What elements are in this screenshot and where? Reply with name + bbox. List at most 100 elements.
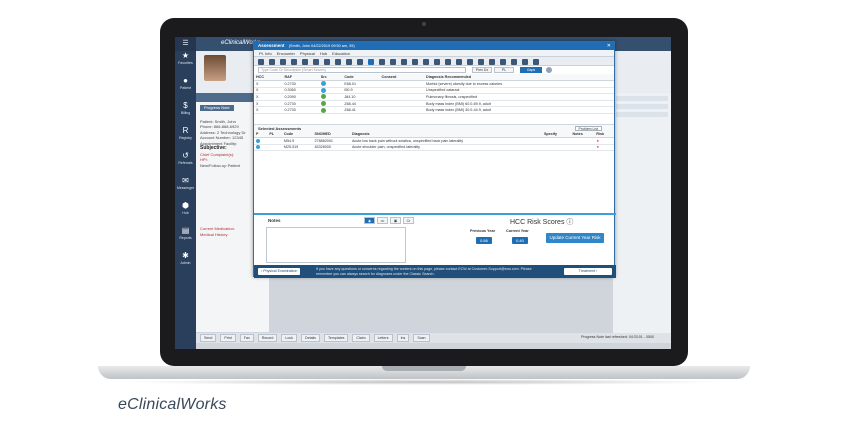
- menu-ptinfo[interactable]: Pt. Info: [259, 51, 272, 56]
- source-green-icon: [320, 107, 326, 113]
- sidebar-item-billing[interactable]: $ Billing: [175, 101, 196, 126]
- code-cell: Z68.41: [342, 106, 380, 114]
- toolbar-icon[interactable]: [280, 58, 286, 65]
- sidebar-item-hub[interactable]: ⬢ Hub: [175, 201, 196, 226]
- table-row[interactable]: X 0.2730 E66.01 Morbid (severe) obesity due…: [254, 80, 614, 88]
- footer-button-ins[interactable]: Ins: [396, 334, 410, 342]
- toolbar-icon[interactable]: [379, 58, 385, 65]
- toolbar-icon[interactable]: [412, 58, 418, 65]
- gaps-button[interactable]: Gaps: [520, 67, 542, 73]
- close-icon[interactable]: ✕: [607, 42, 611, 50]
- star-icon[interactable]: ★: [596, 145, 599, 149]
- search-input[interactable]: Type Code Or Description [Smart Search]: [258, 67, 466, 73]
- toolbar-icon[interactable]: [500, 58, 506, 65]
- menu-hub[interactable]: Hub: [320, 51, 327, 56]
- primary-checkbox[interactable]: [254, 137, 268, 145]
- footer-button-claim[interactable]: Claim: [352, 334, 370, 342]
- toolbar-icon[interactable]: [313, 58, 319, 65]
- table-row[interactable]: M25.519 45326000 Acute shoulder pain, unsp…: [254, 144, 614, 152]
- menu-icon[interactable]: ☰: [175, 37, 196, 51]
- consent-cell: [379, 93, 425, 101]
- diagnosis-cell: Morbid (severe) obesity due to excess ca…: [424, 80, 614, 88]
- sidebar-item-messenger[interactable]: ✉ Messenger: [175, 176, 196, 201]
- primary-checkbox[interactable]: [254, 144, 268, 152]
- src-cell: [318, 87, 343, 95]
- footer-button-lock[interactable]: Lock: [281, 334, 297, 342]
- pl-checkbox[interactable]: [267, 144, 282, 152]
- menu-encounter[interactable]: Encounter: [277, 51, 295, 56]
- sidebar-item-registry[interactable]: R Registry: [175, 126, 196, 151]
- diagnosis-cell: Body mass index (BMI) 40.0-44.9, adult: [424, 106, 614, 114]
- toolbar-icon[interactable]: [346, 58, 352, 65]
- pl-button[interactable]: PL: [494, 67, 514, 73]
- toolbar-icon[interactable]: [357, 58, 363, 65]
- star-icon: ★: [181, 51, 190, 60]
- toolbar-icon[interactable]: [335, 58, 341, 65]
- sidebar-item-reports[interactable]: ▤ Reports: [175, 226, 196, 251]
- toolbar-icon[interactable]: [456, 58, 462, 65]
- toolbar-icon[interactable]: [467, 58, 473, 65]
- checkbox-icon[interactable]: [256, 145, 260, 150]
- toolbar-icon[interactable]: [522, 58, 528, 65]
- assessment-modal: Assessment (Smith, John 04/22/2019 09:50…: [253, 41, 616, 278]
- notes-label: Notes: [268, 218, 281, 223]
- toolbar-icon[interactable]: [269, 58, 275, 65]
- toolbar-icon[interactable]: [511, 58, 517, 65]
- physical-exam-button[interactable]: ‹ Physical Examination: [258, 268, 301, 275]
- toolbar-icon[interactable]: [324, 58, 330, 65]
- toolbar-icon[interactable]: [423, 58, 429, 65]
- sidebar-item-patient[interactable]: ● Patient: [175, 76, 196, 101]
- laptop-shadow: [120, 379, 728, 385]
- avatar: [204, 55, 226, 81]
- footer-button-print[interactable]: Print: [220, 334, 236, 342]
- update-risk-button[interactable]: Update Current Year Risk: [546, 233, 604, 243]
- footer-button-fax[interactable]: Fax: [239, 334, 254, 342]
- problem-list-button[interactable]: Problem List: [574, 125, 602, 131]
- table-row[interactable]: X 0.2730 Z68.44 Body mass index (BMI) 60.0-…: [254, 100, 614, 108]
- table-row[interactable]: X 0.2730 Z68.41 Body mass index (BMI) 40.0-…: [254, 106, 614, 114]
- sidebar-item-admin[interactable]: ✱ Admin: [175, 251, 196, 276]
- pl-checkbox[interactable]: [267, 137, 282, 145]
- notes-textarea[interactable]: [266, 227, 406, 263]
- footer-button-templates[interactable]: Templates: [323, 334, 349, 342]
- footer-button-record[interactable]: Record: [257, 334, 278, 342]
- toolbar-icon[interactable]: [302, 58, 308, 65]
- table-row[interactable]: X 0.2090 J84.10 Pulmonary fibrosis, unspeci…: [254, 93, 614, 101]
- footer-button-details[interactable]: Details: [300, 334, 320, 342]
- star-icon[interactable]: ★: [596, 139, 599, 143]
- toolbar-icon[interactable]: [401, 58, 407, 65]
- right-pane: [613, 93, 671, 333]
- camera-dot: [422, 22, 426, 26]
- toolbar-icon[interactable]: [478, 58, 484, 65]
- tab-progress-note[interactable]: Progress Note: [200, 105, 234, 111]
- toolbar-icon[interactable]: [258, 58, 264, 65]
- menu-physical[interactable]: Physical: [300, 51, 315, 56]
- table-row[interactable]: M54.5 278862001 Acute low back pain withou…: [254, 137, 614, 145]
- footer-button-send[interactable]: Send: [200, 334, 217, 342]
- more-icon[interactable]: •••: [377, 217, 388, 224]
- footer-button-scan[interactable]: Scan: [413, 334, 430, 342]
- cr-button[interactable]: Cr: [403, 217, 414, 224]
- toolbar-icon[interactable]: [434, 58, 440, 65]
- voice-icon[interactable]: ◉: [364, 217, 375, 224]
- checkbox-icon[interactable]: [256, 138, 260, 143]
- sidebar-item-favorites[interactable]: ★ Favorites: [175, 51, 196, 76]
- toolbar-icon[interactable]: [368, 58, 374, 65]
- prev-dx-button[interactable]: Prev Dx: [472, 67, 492, 73]
- gear-icon[interactable]: [546, 67, 552, 73]
- toolbar-icon[interactable]: [533, 58, 539, 65]
- toolbar-icon[interactable]: [489, 58, 495, 65]
- consent-cell: [379, 80, 425, 88]
- footer-button-letters[interactable]: Letters: [373, 334, 393, 342]
- toolbar-icon[interactable]: [390, 58, 396, 65]
- sidebar-item-referrals[interactable]: ↺ Referrals: [175, 151, 196, 176]
- code-cell: E66.01: [342, 80, 380, 88]
- menu-education[interactable]: Education: [332, 51, 350, 56]
- toolbar-icon[interactable]: [445, 58, 451, 65]
- reports-icon: ▤: [181, 226, 190, 235]
- treatment-button[interactable]: Treatment ›: [564, 268, 612, 275]
- toolbar-icon[interactable]: [291, 58, 297, 65]
- risk-cell: ★: [594, 144, 614, 152]
- table-row[interactable]: X 0.3060 I50.9 Unspecified cataract: [254, 87, 614, 95]
- template-icon[interactable]: ▣: [390, 217, 401, 224]
